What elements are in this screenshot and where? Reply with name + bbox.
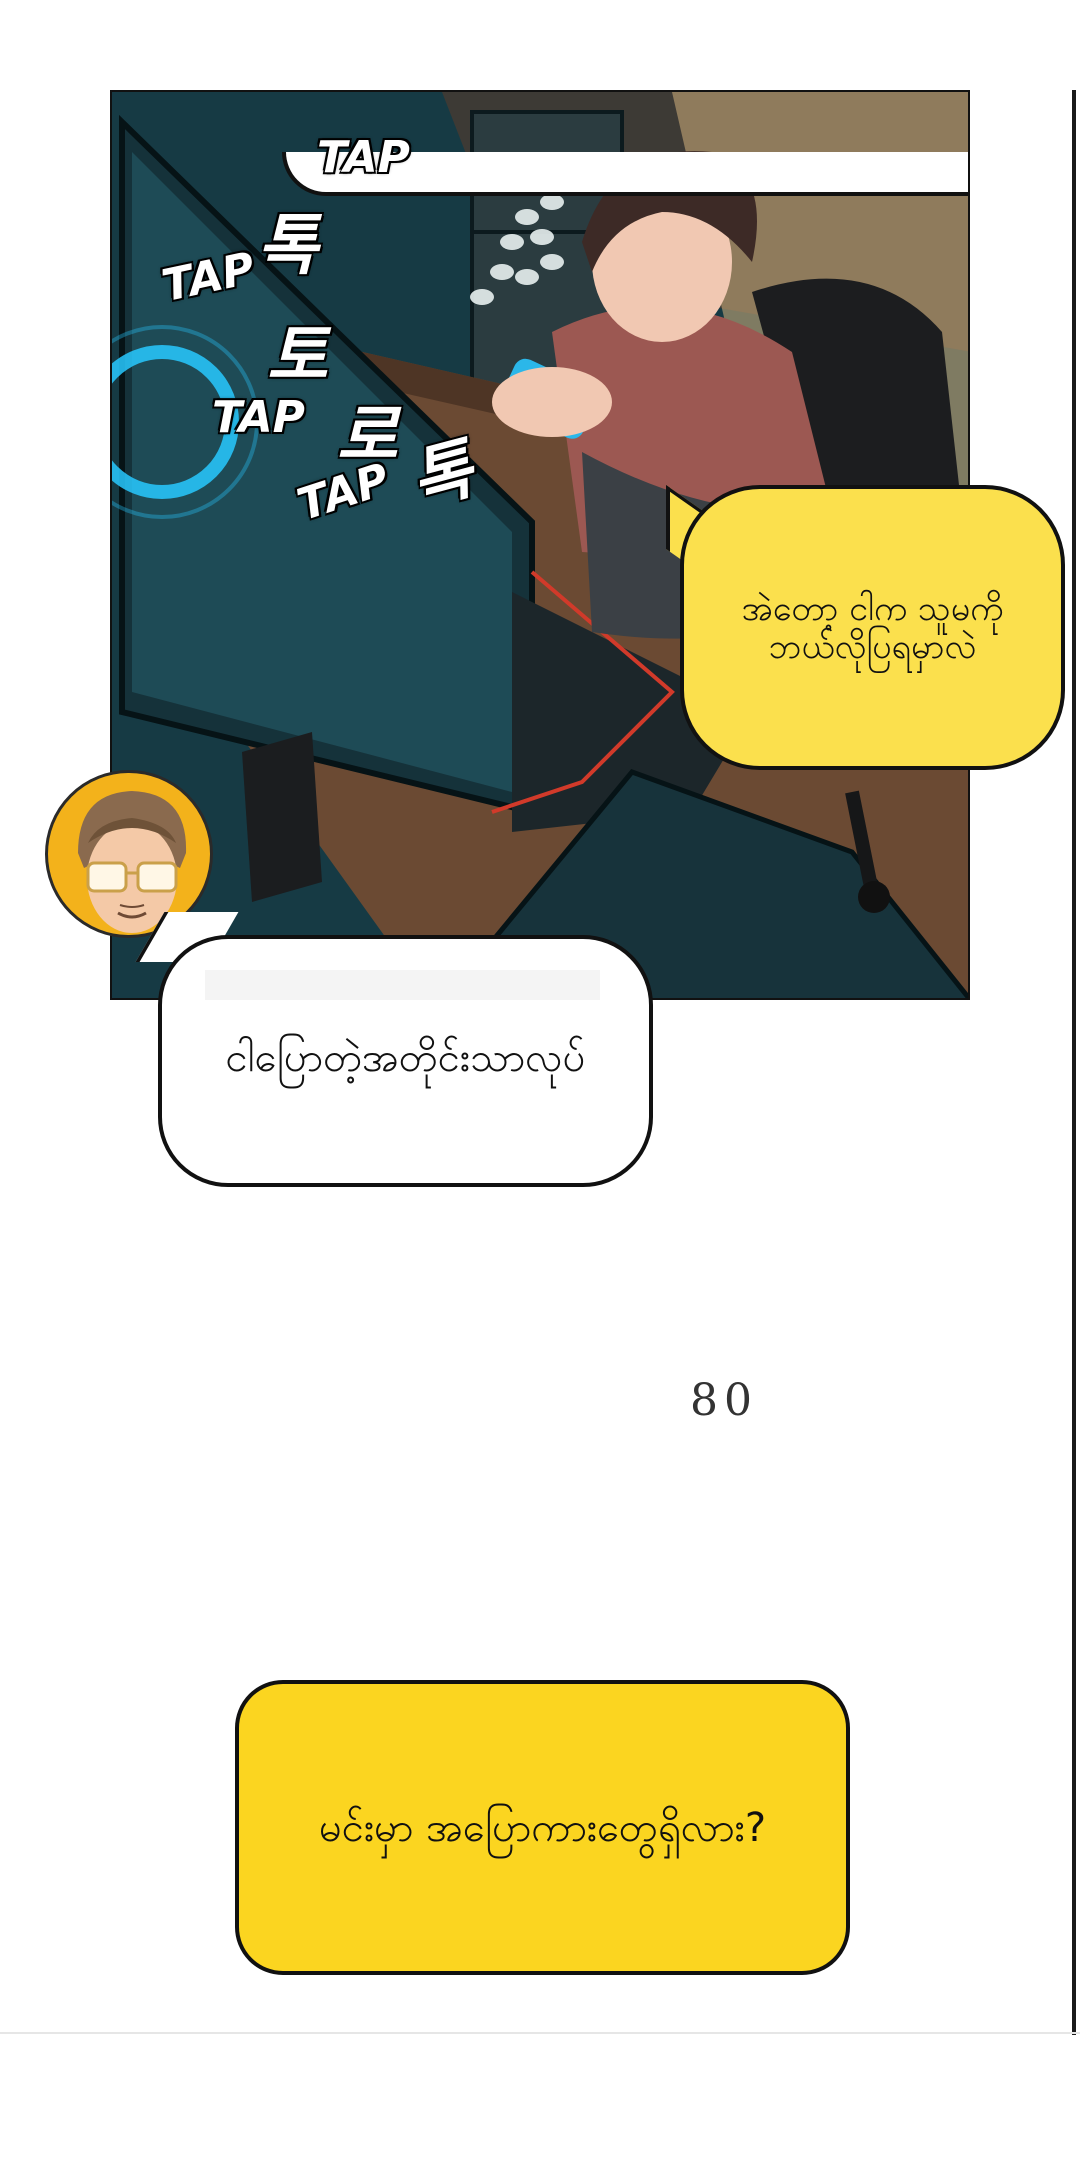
bottom-speech-bubble: မင်းမှာ အပြောကားတွေရှိလား? xyxy=(235,1680,850,1975)
bottom-bubble-text: မင်းမှာ အပြောကားတွေရှိလား? xyxy=(318,1804,767,1851)
sfx-korean-2: 토 xyxy=(267,317,328,394)
page-edge-line xyxy=(1072,90,1076,2035)
white-bubble-text: ငါပြောတဲ့အတိုင်းသာလုပ် xyxy=(225,1034,586,1081)
bubble-highlight-band xyxy=(205,970,600,1000)
page-number: 80 xyxy=(690,1375,758,1426)
sfx-korean-1: 톡 xyxy=(257,207,318,284)
yellow-bubble-text: အဲတော့ ငါက သူမကို ဘယ်လိုပြရမှာလဲ xyxy=(741,588,1004,667)
sfx-tap-3: TAP xyxy=(212,392,305,443)
yellow-speech-bubble: အဲတော့ ငါက သူမကို ဘယ်လိုပြရမှာလဲ xyxy=(680,485,1065,770)
bottom-divider xyxy=(0,2032,1080,2034)
sfx-tap-1: TAP xyxy=(317,132,410,183)
comic-page: TAP TAP 톡 토 TAP 로 TAP 톡 အဲတော့ ငါက သူမကိ… xyxy=(0,0,1080,2160)
